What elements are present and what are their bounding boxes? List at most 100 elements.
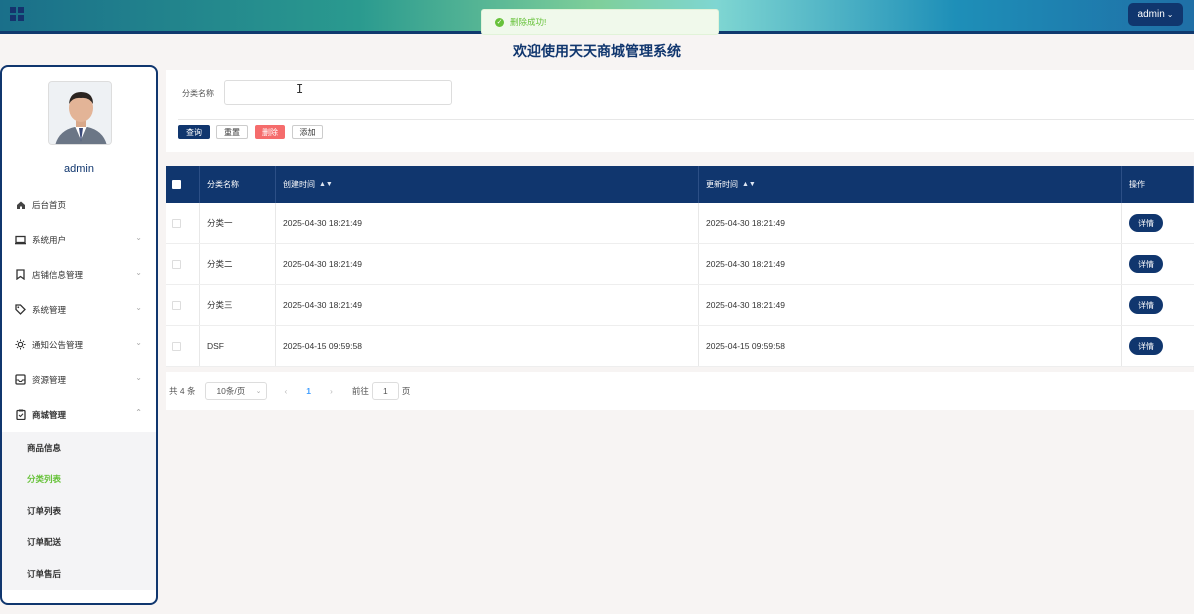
inbox-icon xyxy=(15,374,26,385)
sidebar-item-label: 资源管理 xyxy=(32,374,67,385)
header-created-time[interactable]: 创建时间 ▲▼ xyxy=(276,166,699,203)
monitor-icon xyxy=(15,234,26,245)
reset-button[interactable]: 重置 xyxy=(216,125,248,139)
sidebar-item-label: 系统管理 xyxy=(32,304,67,315)
cell-created-time: 2025-04-30 18:21:49 xyxy=(276,203,699,243)
cell-created-time: 2025-04-30 18:21:49 xyxy=(276,244,699,284)
detail-button[interactable]: 详情 xyxy=(1129,296,1163,314)
row-select-cell xyxy=(166,244,200,284)
sidebar-item-system-manage[interactable]: 系统管理 ⌄ xyxy=(2,292,156,327)
header-actions: 操作 xyxy=(1122,166,1194,203)
submenu-item-category-list[interactable]: 分类列表 xyxy=(2,464,156,496)
user-menu-label: admin xyxy=(1137,9,1165,20)
cell-updated-time: 2025-04-30 18:21:49 xyxy=(699,203,1122,243)
home-icon xyxy=(15,199,26,210)
page-size-select[interactable]: 10条/页 ⌄ xyxy=(205,382,268,400)
sidebar-item-notices[interactable]: 通知公告管理 ⌄ xyxy=(2,327,156,362)
table-header: 分类名称 创建时间 ▲▼ 更新时间 ▲▼ 操作 xyxy=(166,166,1194,203)
category-name-input[interactable] xyxy=(224,80,452,105)
cell-actions: 详情 xyxy=(1122,203,1194,243)
cell-actions: 详情 xyxy=(1122,285,1194,325)
header-updated-time[interactable]: 更新时间 ▲▼ xyxy=(699,166,1122,203)
sidebar-item-label: 店铺信息管理 xyxy=(32,269,84,280)
next-page-icon[interactable]: › xyxy=(330,386,333,396)
category-table: 分类名称 创建时间 ▲▼ 更新时间 ▲▼ 操作 分类一 2025-04-30 1… xyxy=(166,166,1194,367)
text-cursor-icon: I xyxy=(296,82,304,96)
sun-icon xyxy=(15,339,26,350)
sort-icon[interactable]: ▲▼ xyxy=(742,181,756,188)
chevron-down-icon: ⌄ xyxy=(1166,10,1174,19)
sort-icon[interactable]: ▲▼ xyxy=(319,181,333,188)
detail-button[interactable]: 详情 xyxy=(1129,337,1163,355)
query-button[interactable]: 查询 xyxy=(178,125,210,139)
row-checkbox[interactable] xyxy=(172,218,181,228)
cell-created-time: 2025-04-15 09:59:58 xyxy=(276,326,699,366)
row-checkbox[interactable] xyxy=(172,341,181,351)
cell-category-name: 分类二 xyxy=(200,244,276,284)
row-checkbox[interactable] xyxy=(172,300,181,310)
bookmark-icon xyxy=(15,269,26,280)
sidebar-item-home[interactable]: 后台首页 xyxy=(2,187,156,222)
cell-updated-time: 2025-04-30 18:21:49 xyxy=(699,285,1122,325)
search-label: 分类名称 xyxy=(182,89,214,98)
delete-button[interactable]: 删除 xyxy=(255,125,285,139)
pagination: 共 4 条 10条/页 ⌄ ‹ 1 › 前往 1 页 xyxy=(166,372,1194,410)
goto-label: 前往 xyxy=(351,386,369,396)
cell-category-name: 分类三 xyxy=(200,285,276,325)
goto-page-input[interactable]: 1 xyxy=(371,382,399,400)
tag-icon xyxy=(15,304,26,315)
avatar xyxy=(48,81,112,145)
sidebar-item-shop-info[interactable]: 店铺信息管理 ⌄ xyxy=(2,257,156,292)
cell-actions: 详情 xyxy=(1122,244,1194,284)
row-select-cell xyxy=(166,326,200,366)
select-all-cell xyxy=(166,166,200,203)
cell-created-time: 2025-04-30 18:21:49 xyxy=(276,285,699,325)
page-title: 欢迎使用天天商城管理系统 xyxy=(513,43,681,59)
submenu-item-after-sales[interactable]: 订单售后 xyxy=(2,558,156,590)
user-menu-button[interactable]: admin ⌄ xyxy=(1128,3,1183,26)
sidebar-menu: 后台首页 系统用户 ⌄ 店铺信息管理 ⌄ 系统管理 ⌄ 通知公告管理 ⌄ 资源管… xyxy=(2,187,156,590)
chevron-up-icon: ⌃ xyxy=(135,408,142,417)
submenu-item-order-list[interactable]: 订单列表 xyxy=(2,495,156,527)
sidebar-username: admin xyxy=(64,163,94,175)
prev-page-icon[interactable]: ‹ xyxy=(284,386,287,396)
page-number-current[interactable]: 1 xyxy=(306,386,311,396)
detail-button[interactable]: 详情 xyxy=(1129,255,1163,273)
table-row: DSF 2025-04-15 09:59:58 2025-04-15 09:59… xyxy=(166,326,1194,367)
cell-actions: 详情 xyxy=(1122,326,1194,366)
sidebar-item-label: 后台首页 xyxy=(32,199,67,210)
sidebar-item-label: 通知公告管理 xyxy=(32,339,84,350)
select-all-checkbox[interactable] xyxy=(172,180,181,189)
toast-message: 删除成功! xyxy=(510,17,547,27)
divider xyxy=(178,119,1194,120)
sidebar-item-label: 商城管理 xyxy=(32,409,67,420)
page-suffix: 页 xyxy=(401,386,411,396)
chevron-down-icon: ⌄ xyxy=(135,303,142,312)
success-toast: ✓ 删除成功! xyxy=(481,9,719,35)
cell-updated-time: 2025-04-15 09:59:58 xyxy=(699,326,1122,366)
sidebar-item-resources[interactable]: 资源管理 ⌄ xyxy=(2,362,156,397)
pagination-total: 共 4 条 xyxy=(169,386,196,396)
add-button[interactable]: 添加 xyxy=(292,125,323,139)
chevron-down-icon: ⌄ xyxy=(255,388,262,395)
cell-category-name: DSF xyxy=(200,326,276,366)
detail-button[interactable]: 详情 xyxy=(1129,214,1163,232)
chevron-down-icon: ⌄ xyxy=(135,373,142,382)
chevron-down-icon: ⌄ xyxy=(135,268,142,277)
clipboard-check-icon xyxy=(15,409,26,420)
sidebar: admin 后台首页 系统用户 ⌄ 店铺信息管理 ⌄ 系统管理 ⌄ 通知公告管理… xyxy=(0,65,158,605)
sidebar-submenu: 商品信息 分类列表 订单列表 订单配送 订单售后 xyxy=(2,432,156,590)
header-label: 更新时间 xyxy=(706,180,738,189)
row-select-cell xyxy=(166,285,200,325)
chevron-down-icon: ⌄ xyxy=(135,233,142,242)
sidebar-item-mall-manage[interactable]: 商城管理 ⌃ xyxy=(2,397,156,432)
row-select-cell xyxy=(166,203,200,243)
check-circle-icon: ✓ xyxy=(495,17,504,27)
grid-menu-icon[interactable] xyxy=(10,7,24,21)
submenu-item-order-delivery[interactable]: 订单配送 xyxy=(2,527,156,559)
submenu-item-products[interactable]: 商品信息 xyxy=(2,432,156,464)
row-checkbox[interactable] xyxy=(172,259,181,269)
header-label: 创建时间 xyxy=(283,180,315,189)
page-size-value: 10条/页 xyxy=(216,386,246,396)
sidebar-item-system-users[interactable]: 系统用户 ⌄ xyxy=(2,222,156,257)
